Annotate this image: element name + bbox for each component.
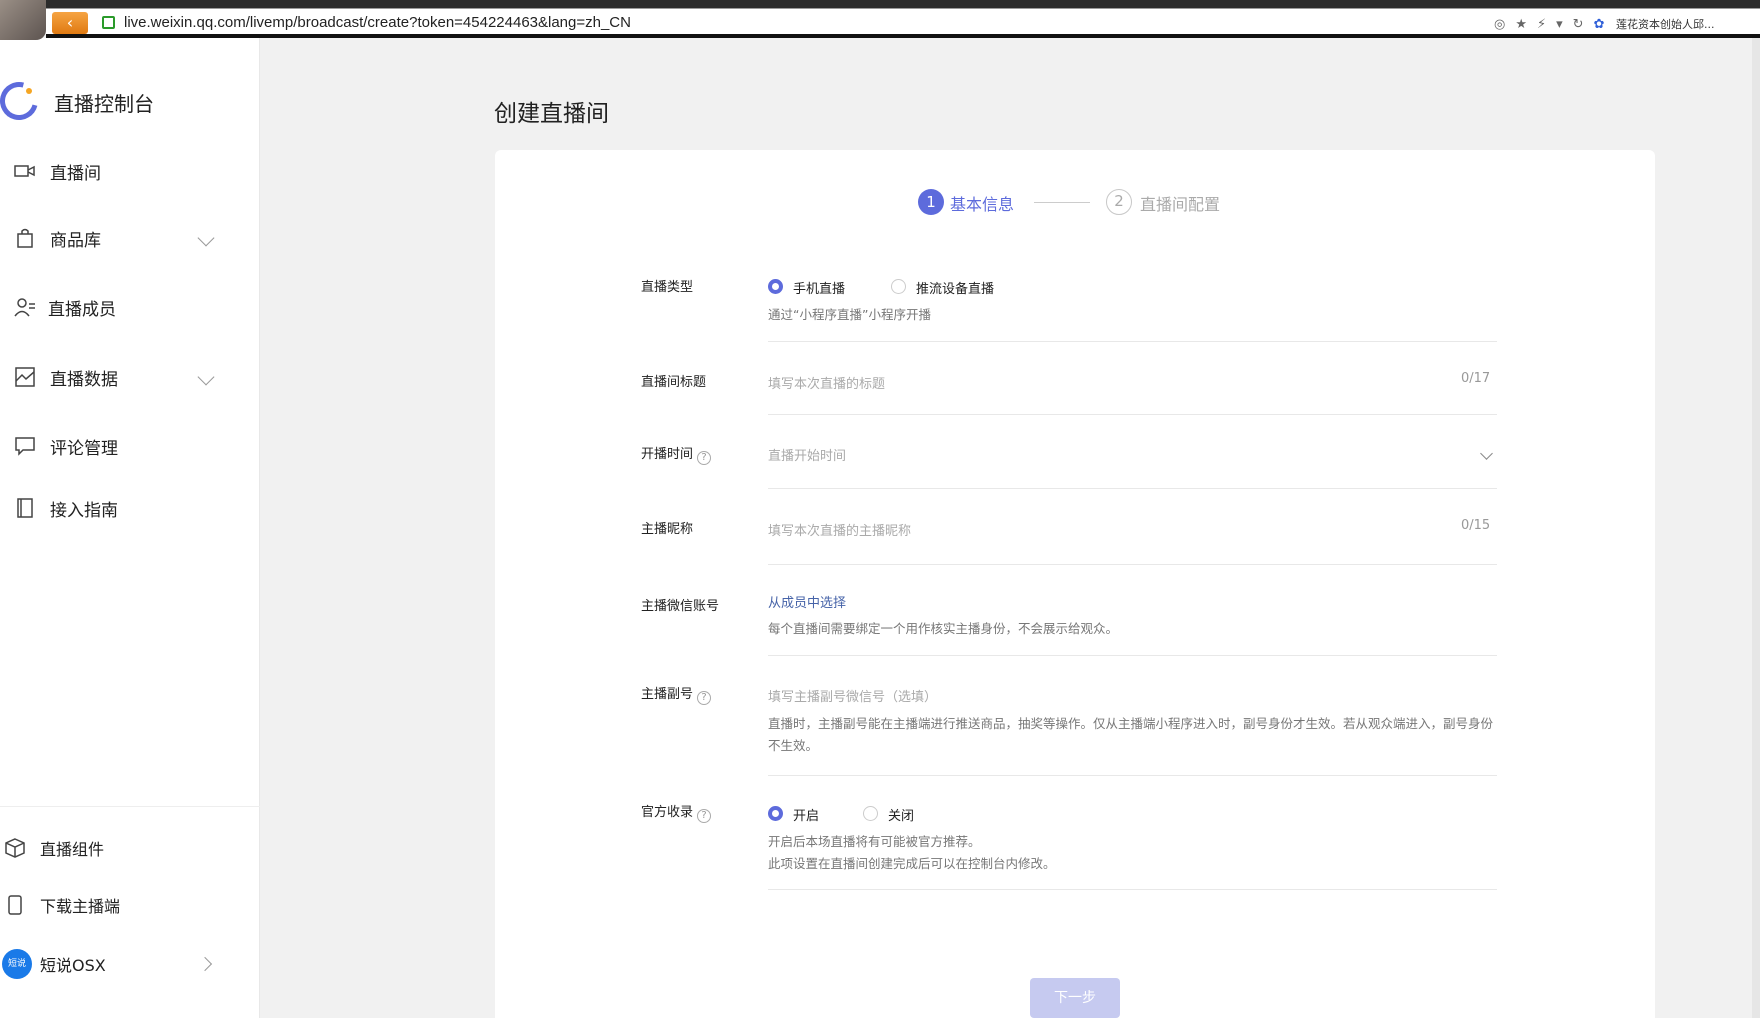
step-2-number: 2 (1106, 189, 1132, 215)
nickname-input[interactable]: 填写本次直播的主播昵称 (768, 520, 1448, 539)
browser-tabstrip (0, 0, 1760, 8)
browser-profile-avatar[interactable] (0, 0, 46, 40)
phone-icon (4, 894, 26, 916)
sidebar-item-label: 下载主播端 (40, 897, 121, 916)
divider (768, 889, 1497, 890)
sub-account-input[interactable]: 填写主播副号微信号（选填） (768, 686, 1497, 705)
user-list-icon (14, 296, 36, 318)
radio-mobile-live-label[interactable]: 手机直播 (793, 278, 845, 297)
divider (768, 564, 1497, 565)
divider (768, 488, 1497, 489)
address-bar[interactable]: ‹ live.weixin.qq.com/livemp/broadcast/cr… (46, 8, 1760, 38)
sidebar-item-label: 评论管理 (50, 438, 118, 459)
sidebar-item-label: 直播组件 (40, 840, 105, 859)
radio-collect-on-label[interactable]: 开启 (793, 805, 819, 824)
search-box[interactable]: 莲花资本创始人邱... (1616, 16, 1715, 32)
divider (768, 414, 1497, 415)
lock-icon (102, 16, 115, 29)
url-text[interactable]: live.weixin.qq.com/livemp/broadcast/crea… (124, 14, 631, 31)
step-1-label: 基本信息 (950, 195, 1015, 214)
sidebar-item-comments[interactable]: 评论管理 (0, 424, 260, 468)
sidebar: 直播控制台 直播间 商品库 直播成员 直播数据 评论管理 接入指南 直播组件 下… (0, 38, 260, 1018)
sidebar-item-products[interactable]: 商品库 (0, 216, 260, 260)
sidebar-item-components[interactable]: 直播组件 (0, 826, 260, 870)
paw-icon[interactable]: ✿ (1594, 17, 1605, 32)
back-button[interactable]: ‹ (52, 12, 88, 34)
radio-push-device-live-label[interactable]: 推流设备直播 (916, 278, 994, 297)
lightning-icon[interactable]: ⚡ (1537, 17, 1546, 32)
scrollbar[interactable] (1752, 38, 1760, 1018)
chart-icon (14, 366, 36, 388)
account-name: 短说OSX (40, 956, 106, 975)
choose-from-members-link[interactable]: 从成员中选择 (768, 592, 846, 611)
sidebar-item-live-room[interactable]: 直播间 (0, 149, 260, 193)
book-icon (14, 497, 36, 519)
step-1-number: 1 (918, 189, 944, 215)
wechat-account-hint: 每个直播间需要绑定一个用作核实主播身份，不会展示给观众。 (768, 621, 1119, 636)
help-icon[interactable]: ? (697, 691, 712, 705)
help-icon[interactable]: ? (697, 809, 712, 823)
console-title: 直播控制台 (54, 92, 154, 116)
title-counter: 0/17 (1461, 371, 1491, 386)
start-time-select[interactable]: 直播开始时间 (768, 445, 1468, 464)
sub-account-label: 主播副号? (641, 683, 712, 705)
star-icon[interactable]: ★ (1515, 17, 1527, 32)
radio-collect-on[interactable] (768, 806, 783, 821)
logo-dot (26, 88, 32, 94)
sidebar-item-label: 接入指南 (50, 500, 118, 521)
official-collect-label: 官方收录? (641, 801, 712, 823)
sidebar-item-download-anchor[interactable]: 下载主播端 (0, 883, 260, 927)
radio-collect-off[interactable] (863, 806, 878, 821)
sidebar-item-members[interactable]: 直播成员 (0, 285, 260, 329)
title-input[interactable]: 填写本次直播的标题 (768, 373, 1448, 392)
chevron-down-icon (197, 229, 215, 247)
radio-mobile-live[interactable] (768, 279, 783, 294)
cube-icon (4, 837, 26, 859)
sidebar-item-label: 直播间 (50, 163, 101, 184)
nickname-counter: 0/15 (1461, 518, 1491, 533)
official-collect-hint-1: 开启后本场直播将有可能被官方推荐。 (768, 834, 981, 849)
title-label: 直播间标题 (641, 375, 707, 390)
shopping-bag-icon (14, 227, 36, 249)
sub-account-label-text: 主播副号 (641, 687, 694, 702)
sidebar-item-data[interactable]: 直播数据 (0, 355, 260, 399)
page-title: 创建直播间 (494, 101, 609, 127)
next-step-button[interactable]: 下一步 (1030, 978, 1120, 1018)
help-icon[interactable]: ? (697, 451, 712, 465)
sidebar-item-label: 直播数据 (50, 369, 118, 390)
chevron-down-icon (197, 368, 215, 386)
toolbar-icons: ◎ ★ ⚡ ▾ ↻ ✿ (1494, 14, 1604, 34)
nickname-label: 主播昵称 (641, 522, 694, 537)
chevron-right-icon (197, 956, 213, 972)
step-connector (1034, 202, 1090, 203)
refresh-icon[interactable]: ↻ (1573, 17, 1584, 32)
comment-icon (14, 435, 36, 457)
globe-icon[interactable]: ◎ (1494, 17, 1505, 32)
step-2-label: 直播间配置 (1140, 195, 1221, 214)
start-time-label-text: 开播时间 (641, 447, 694, 462)
logo-icon (0, 75, 45, 127)
divider (768, 341, 1497, 342)
account-switcher[interactable]: 短说 短说OSX (0, 942, 260, 986)
live-type-hint: 通过“小程序直播”小程序开播 (768, 307, 931, 322)
sub-account-hint: 直播时，主播副号能在主播端进行推送商品，抽奖等操作。仅从主播端小程序进入时，副号… (768, 716, 1494, 753)
divider (768, 655, 1497, 656)
sidebar-item-label: 商品库 (50, 230, 101, 251)
sidebar-item-guide[interactable]: 接入指南 (0, 486, 260, 530)
wechat-account-label: 主播微信账号 (641, 599, 720, 614)
live-type-label: 直播类型 (641, 280, 694, 295)
chevron-down-icon[interactable]: ▾ (1556, 17, 1563, 32)
divider (768, 775, 1497, 776)
start-time-label: 开播时间? (641, 443, 712, 465)
radio-push-device-live[interactable] (891, 279, 906, 294)
video-camera-icon (14, 160, 36, 182)
sidebar-item-label: 直播成员 (48, 299, 116, 320)
avatar: 短说 (2, 949, 32, 979)
official-collect-label-text: 官方收录 (641, 805, 694, 820)
radio-collect-off-label[interactable]: 关闭 (888, 805, 914, 824)
sidebar-divider (0, 806, 260, 807)
official-collect-hint-2: 此项设置在直播间创建完成后可以在控制台内修改。 (768, 856, 1056, 871)
